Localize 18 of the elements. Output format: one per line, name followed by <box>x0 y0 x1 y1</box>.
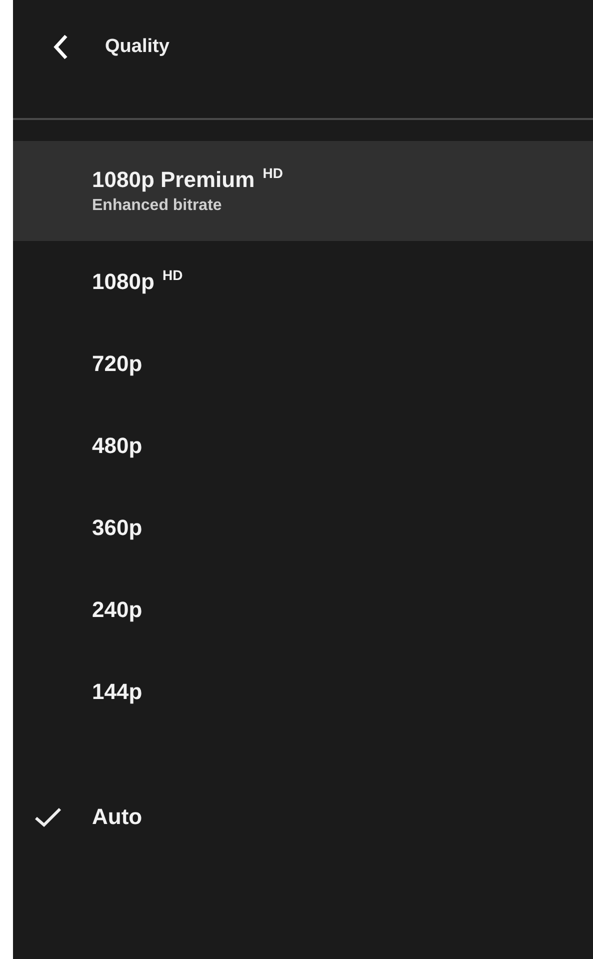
option-label: 1080p Premium $^{HD}$ <box>92 167 283 193</box>
option-label: 720p <box>92 351 142 377</box>
quality-option[interactable]: 1080p Premium $^{HD}$ Enhanced bitrate <box>13 141 593 241</box>
option-label: 480p <box>92 433 142 459</box>
option-label: 1080p $^{HD}$ <box>92 269 183 295</box>
option-label: 240p <box>92 597 142 623</box>
option-sublabel: Enhanced bitrate <box>92 197 223 215</box>
quality-option[interactable]: 240p <box>13 569 593 651</box>
option-label: 144p <box>92 679 142 705</box>
quality-option[interactable]: 360p <box>13 487 593 569</box>
option-label: Auto <box>92 804 142 830</box>
quality-option[interactable]: Auto <box>13 776 593 858</box>
quality-option[interactable]: 480p <box>13 405 593 487</box>
quality-option[interactable]: 1080p $^{HD}$ <box>13 241 593 323</box>
quality-option[interactable]: 720p <box>13 323 593 405</box>
quality-option[interactable]: 144p <box>13 651 593 733</box>
menu-title: Quality <box>105 36 170 58</box>
option-label: 360p <box>92 515 142 541</box>
